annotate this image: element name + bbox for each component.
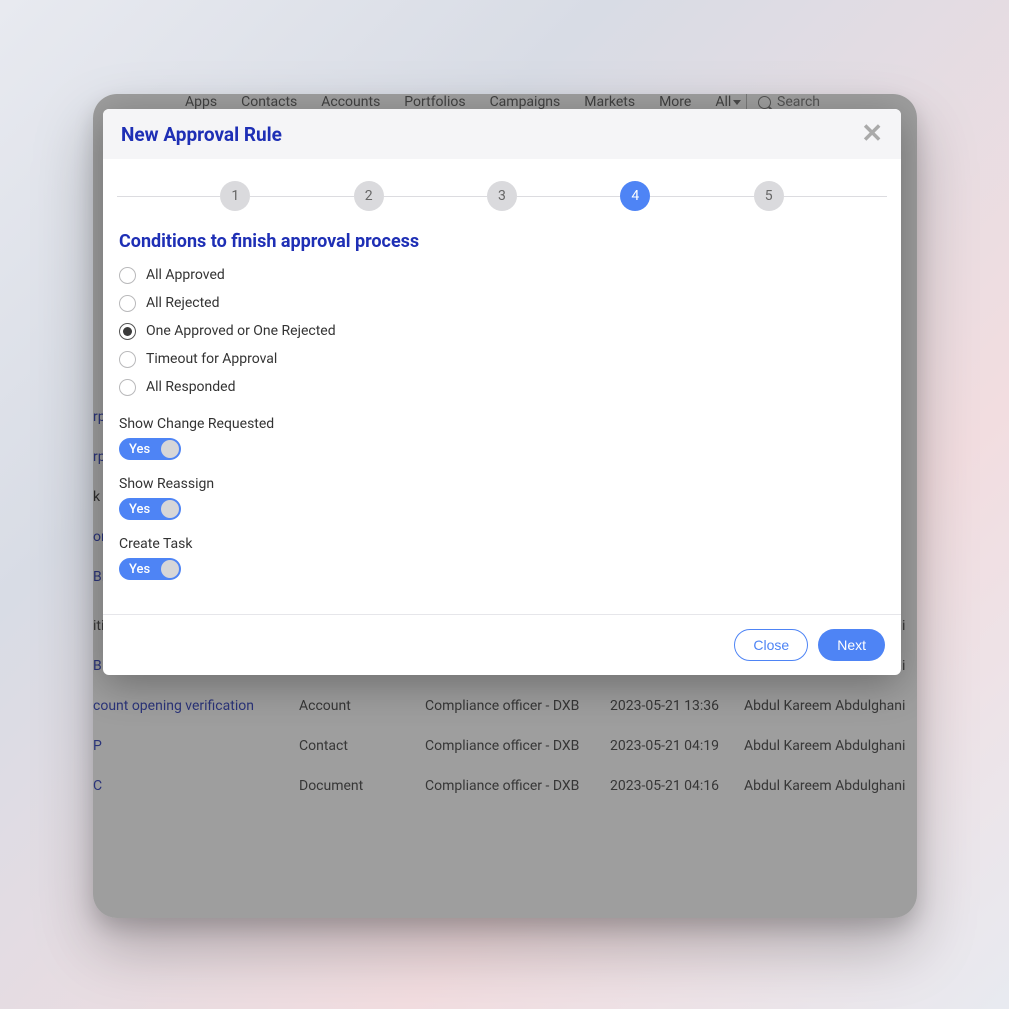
step-4[interactable]: 4: [620, 181, 650, 211]
radio-label: All Responded: [146, 379, 235, 395]
toggle-knob: [161, 500, 179, 518]
radio-icon: [119, 295, 136, 312]
step-line: [650, 196, 753, 197]
modal-footer: Close Next: [103, 614, 901, 675]
section-title: Conditions to finish approval process: [119, 231, 885, 252]
close-icon[interactable]: ✕: [861, 121, 883, 147]
radio-all-responded[interactable]: All Responded: [119, 376, 885, 398]
toggle-value: Yes: [129, 502, 150, 517]
modal-body: Conditions to finish approval process Al…: [103, 221, 901, 614]
step-3[interactable]: 3: [487, 181, 517, 211]
toggle-show-reassign-group: Show Reassign Yes: [119, 476, 885, 520]
toggle-create-task-group: Create Task Yes: [119, 536, 885, 580]
condition-radio-group: All Approved All Rejected One Approved o…: [119, 264, 885, 398]
radio-all-rejected[interactable]: All Rejected: [119, 292, 885, 314]
radio-icon: [119, 351, 136, 368]
step-line: [784, 196, 887, 197]
app-window: Apps Contacts Accounts Portfolios Campai…: [93, 94, 917, 918]
radio-icon: [119, 267, 136, 284]
step-5[interactable]: 5: [754, 181, 784, 211]
toggle-value: Yes: [129, 562, 150, 577]
step-line: [517, 196, 620, 197]
toggle-label: Show Reassign: [119, 476, 885, 492]
radio-timeout[interactable]: Timeout for Approval: [119, 348, 885, 370]
radio-all-approved[interactable]: All Approved: [119, 264, 885, 286]
radio-icon: [119, 323, 136, 340]
toggle-label: Create Task: [119, 536, 885, 552]
step-line: [384, 196, 487, 197]
modal-header: New Approval Rule ✕: [103, 109, 901, 159]
toggle-knob: [161, 560, 179, 578]
close-button[interactable]: Close: [734, 629, 808, 661]
toggle-create-task[interactable]: Yes: [119, 558, 181, 580]
radio-icon: [119, 379, 136, 396]
next-button[interactable]: Next: [818, 629, 885, 661]
radio-label: One Approved or One Rejected: [146, 323, 336, 339]
step-line: [250, 196, 353, 197]
modal-title: New Approval Rule: [121, 123, 282, 146]
radio-one-approved-or-rejected[interactable]: One Approved or One Rejected: [119, 320, 885, 342]
toggle-show-change-requested-group: Show Change Requested Yes: [119, 416, 885, 460]
toggle-value: Yes: [129, 442, 150, 457]
stepper: 1 2 3 4 5: [103, 159, 901, 221]
toggle-knob: [161, 440, 179, 458]
radio-label: All Approved: [146, 267, 225, 283]
toggle-show-reassign[interactable]: Yes: [119, 498, 181, 520]
step-1[interactable]: 1: [220, 181, 250, 211]
step-line: [117, 196, 220, 197]
radio-label: Timeout for Approval: [146, 351, 277, 367]
step-2[interactable]: 2: [354, 181, 384, 211]
approval-rule-modal: New Approval Rule ✕ 1 2 3 4 5 Conditions…: [103, 109, 901, 675]
radio-label: All Rejected: [146, 295, 219, 311]
toggle-label: Show Change Requested: [119, 416, 885, 432]
toggle-show-change-requested[interactable]: Yes: [119, 438, 181, 460]
